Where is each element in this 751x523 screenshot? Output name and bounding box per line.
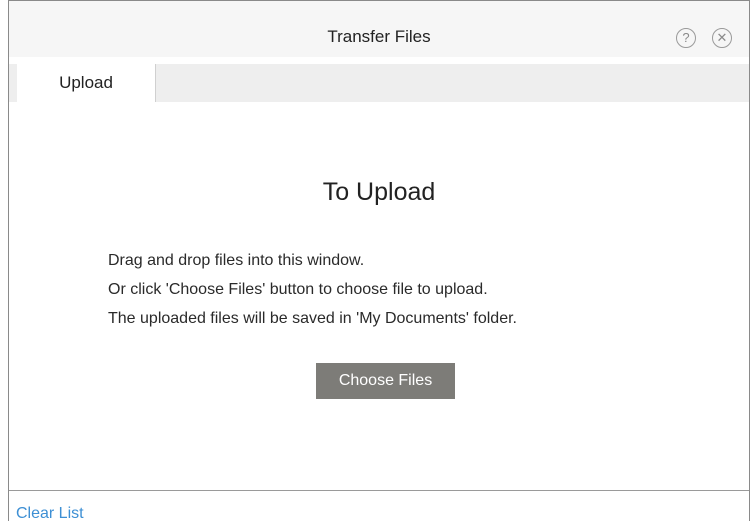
upload-instruction-line: Drag and drop files into this window. — [108, 252, 365, 269]
dialog-title: Transfer Files — [327, 27, 431, 46]
footer-divider — [9, 490, 749, 491]
upload-heading: To Upload — [322, 178, 436, 206]
transfer-files-dialog: Transfer Files ? ✕ Upload To Upload Drag… — [8, 0, 750, 521]
tab-bar: Upload — [9, 64, 749, 102]
upload-instruction-line: Or click 'Choose Files' button to choose… — [108, 281, 488, 298]
tab-upload[interactable]: Upload — [17, 64, 156, 102]
upload-panel: To Upload Drag and drop files into this … — [9, 102, 749, 487]
help-icon[interactable]: ? — [676, 28, 696, 48]
upload-instruction-line: The uploaded files will be saved in 'My … — [108, 310, 517, 327]
clear-list-link[interactable]: Clear List — [16, 505, 84, 523]
choose-files-button[interactable]: Choose Files — [316, 363, 455, 399]
close-icon[interactable]: ✕ — [712, 28, 732, 48]
dialog-titlebar: Transfer Files ? ✕ — [9, 1, 749, 57]
